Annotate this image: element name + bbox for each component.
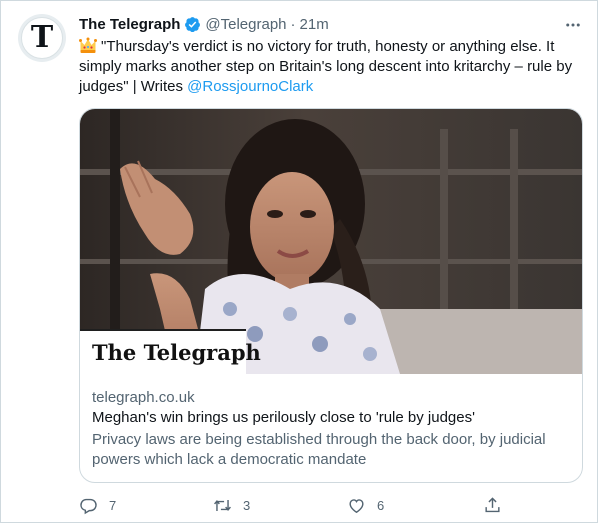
tweet-timestamp[interactable]: 21m (300, 16, 329, 33)
like-button[interactable]: 6 (347, 495, 384, 515)
share-button[interactable] (483, 495, 502, 515)
separator-dot: · (290, 15, 296, 33)
retweet-icon (214, 499, 231, 511)
heart-icon (349, 498, 364, 513)
link-card[interactable]: The Telegraph telegraph.co.uk Meghan's w… (79, 108, 583, 483)
reply-icon (80, 498, 97, 514)
card-title[interactable]: Meghan's win brings us perilously close … (92, 408, 475, 428)
tweet-actions: 7 3 6 (79, 495, 509, 515)
more-options-icon[interactable] (561, 13, 585, 37)
card-image[interactable]: The Telegraph (80, 109, 583, 374)
card-description: Privacy laws are being established throu… (92, 431, 546, 468)
tweet-body: "Thursday's verdict is no victory for tr… (79, 38, 573, 95)
reply-button[interactable]: 7 (79, 495, 116, 515)
telegraph-logo-icon: T (30, 20, 54, 55)
reply-count: 7 (109, 497, 117, 513)
like-count: 6 (377, 497, 385, 513)
retweet-button[interactable]: 3 (213, 495, 250, 515)
tweet[interactable]: T The Telegraph @Telegraph · 21m "Thursd… (0, 0, 598, 523)
card-logo-text: The Telegraph (92, 340, 261, 365)
tweet-text: "Thursday's verdict is no victory for tr… (79, 37, 589, 97)
author-handle[interactable]: @Telegraph (205, 16, 286, 33)
mention-link[interactable]: @RossjournoClark (187, 78, 313, 95)
share-icon (485, 496, 500, 512)
crown-icon (79, 37, 97, 53)
retweet-count: 3 (243, 497, 251, 513)
verified-badge-icon (185, 16, 201, 32)
avatar[interactable]: T (18, 14, 66, 62)
tweet-header: The Telegraph @Telegraph · 21m (79, 14, 329, 34)
author-name[interactable]: The Telegraph (79, 16, 180, 33)
card-domain: telegraph.co.uk (92, 389, 195, 406)
